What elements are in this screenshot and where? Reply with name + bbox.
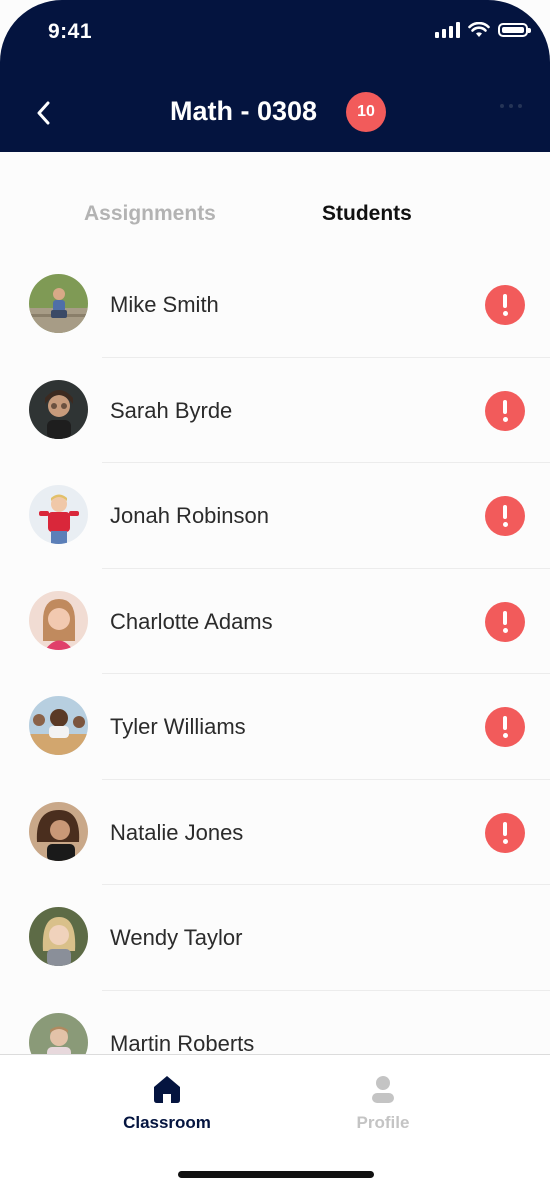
home-icon [154, 1076, 180, 1103]
tab-students[interactable]: Students [322, 202, 412, 226]
nav-profile[interactable]: Profile [323, 1073, 443, 1133]
nav-classroom[interactable]: Classroom [107, 1073, 227, 1133]
header: 9:41 Math - 0308 10 [0, 0, 550, 152]
student-name: Natalie Jones [110, 819, 244, 845]
tab-assignments[interactable]: Assignments [84, 202, 216, 226]
alert-icon [485, 812, 525, 853]
nav-label: Profile [356, 1113, 410, 1132]
signal-icon [435, 22, 460, 38]
chevron-left-icon [37, 101, 50, 125]
home-indicator [178, 1171, 374, 1178]
avatar [29, 274, 88, 333]
more-button[interactable] [500, 104, 522, 108]
alert-icon [485, 285, 525, 325]
status-time: 9:41 [48, 20, 93, 43]
avatar [29, 696, 88, 755]
bottom-nav: Classroom Profile [0, 1054, 550, 1190]
back-button[interactable] [30, 96, 56, 130]
avatar [29, 907, 88, 966]
student-name: Sarah Byrde [110, 397, 233, 423]
alert-icon [485, 496, 525, 536]
student-row[interactable]: Tyler Williams [0, 674, 550, 780]
student-name: Jonah Robinson [110, 503, 270, 528]
alert-icon [485, 707, 525, 747]
alert-icon [485, 390, 525, 431]
student-name: Mike Smith [110, 292, 219, 317]
student-row[interactable]: Charlotte Adams [0, 569, 550, 674]
avatar [29, 379, 88, 439]
tab-bar: Assignments Students [0, 190, 550, 240]
more-dot [500, 104, 504, 108]
nav-label: Classroom [123, 1113, 211, 1132]
student-name: Martin Roberts [110, 1030, 255, 1056]
student-row[interactable]: Natalie Jones [0, 780, 550, 885]
count-badge: 10 [346, 92, 386, 132]
student-name: Wendy Taylor [110, 925, 243, 950]
student-name: Charlotte Adams [110, 608, 273, 634]
avatar [29, 801, 88, 861]
more-dot [509, 104, 513, 108]
student-row[interactable]: Wendy Taylor [0, 885, 550, 991]
student-name: Tyler Williams [110, 714, 246, 739]
alert-icon [485, 601, 525, 642]
student-row[interactable]: Mike Smith [0, 252, 550, 358]
student-list: Mike Smith Sarah Byrde Jonah Robinson Ch… [0, 252, 550, 1096]
student-row[interactable]: Jonah Robinson [0, 463, 550, 569]
battery-icon [498, 23, 531, 37]
avatar [29, 485, 88, 544]
user-icon [372, 1076, 394, 1103]
avatar [29, 590, 88, 650]
wifi-icon [468, 22, 490, 37]
student-row[interactable]: Sarah Byrde [0, 358, 550, 463]
status-icons [435, 22, 531, 38]
more-dot [518, 104, 522, 108]
page-title: Math - 0308 [170, 96, 318, 126]
screen: 9:41 Math - 0308 10 Assignments Students… [0, 0, 550, 1190]
